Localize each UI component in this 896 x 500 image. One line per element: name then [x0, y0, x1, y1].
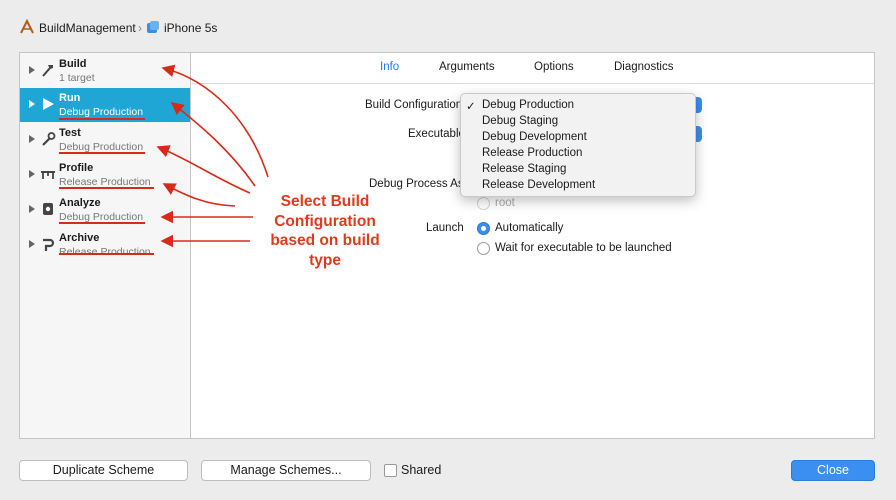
annotation-line: based on build: [270, 232, 380, 249]
menu-item-debug-development[interactable]: Debug Development: [461, 130, 695, 146]
build-configuration-label: Build Configuration: [365, 99, 463, 111]
breadcrumb-device[interactable]: iPhone 5s: [146, 20, 217, 36]
annotation-underline: [59, 152, 145, 154]
simulator-icon: [146, 20, 160, 37]
disclosure-triangle-icon[interactable]: [29, 205, 35, 213]
menu-item-release-production[interactable]: Release Production: [461, 146, 695, 162]
shared-checkbox[interactable]: [384, 464, 397, 477]
disclosure-triangle-icon[interactable]: [29, 100, 35, 108]
disclosure-triangle-icon[interactable]: [29, 135, 35, 143]
root-radio[interactable]: [477, 197, 490, 210]
archive-icon: [40, 236, 56, 252]
sidebar-item-subtitle: Release Production: [59, 246, 151, 258]
scheme-editor-panel: Build 1 target Run Debug Production Test…: [19, 52, 875, 439]
sidebar-item-name: Build: [59, 58, 87, 70]
sidebar-item-build[interactable]: Build 1 target: [20, 54, 190, 88]
menu-item-label: Release Development: [482, 179, 596, 191]
sidebar-item-subtitle: 1 target: [59, 72, 95, 84]
annotation-line: Select Build: [280, 193, 370, 210]
root-label: root: [495, 197, 515, 209]
toolbar: BuildManagement › iPhone 5s: [0, 0, 896, 56]
annotation-underline: [59, 222, 145, 224]
manage-schemes-button[interactable]: Manage Schemes...: [201, 460, 371, 481]
launch-label: Launch: [426, 222, 464, 234]
breadcrumb-device-label: iPhone 5s: [164, 21, 218, 35]
play-icon: [40, 96, 56, 112]
sidebar-item-name: Run: [59, 92, 81, 104]
sidebar-item-name: Profile: [59, 162, 94, 174]
debug-process-label: Debug Process As: [369, 178, 464, 190]
sidebar-item-name: Archive: [59, 232, 100, 244]
annotation-text: Select Build Configuration based on buil…: [257, 192, 393, 270]
annotation-underline: [59, 253, 154, 255]
sidebar-item-name: Analyze: [59, 197, 101, 209]
launch-automatically-radio[interactable]: [477, 222, 490, 235]
disclosure-triangle-icon[interactable]: [29, 66, 35, 74]
shared-label: Shared: [401, 463, 442, 477]
annotation-underline: [59, 187, 154, 189]
menu-item-debug-production[interactable]: ✓ Debug Production: [461, 98, 695, 114]
checkmark-icon: ✓: [466, 101, 476, 113]
launch-wait-radio[interactable]: [477, 242, 490, 255]
breadcrumb-project[interactable]: BuildManagement: [19, 18, 136, 38]
menu-item-release-staging[interactable]: Release Staging: [461, 162, 695, 178]
analyze-icon: [40, 201, 56, 217]
menu-item-label: Debug Staging: [482, 115, 559, 127]
menu-item-release-development[interactable]: Release Development: [461, 178, 695, 194]
tab-arguments[interactable]: Arguments: [439, 61, 495, 73]
instruments-icon: [40, 166, 56, 182]
launch-automatically-label: Automatically: [495, 222, 564, 234]
tab-diagnostics[interactable]: Diagnostics: [614, 61, 673, 73]
scheme-sidebar: Build 1 target Run Debug Production Test…: [20, 53, 191, 438]
disclosure-triangle-icon[interactable]: [29, 170, 35, 178]
build-configuration-menu: ✓ Debug Production Debug Staging Debug D…: [460, 93, 696, 197]
sidebar-item-name: Test: [59, 127, 81, 139]
sidebar-item-subtitle: Debug Production: [59, 106, 144, 118]
breadcrumb-separator: ›: [138, 21, 142, 35]
sidebar-item-run[interactable]: Run Debug Production: [20, 88, 190, 122]
annotation-line: type: [309, 251, 341, 269]
breadcrumb-project-label: BuildManagement: [39, 21, 136, 35]
executable-label: Executable: [408, 128, 465, 140]
menu-item-label: Debug Development: [482, 131, 587, 143]
wrench-icon: [40, 131, 56, 147]
sidebar-item-archive[interactable]: Archive Release Production: [20, 228, 190, 262]
tab-options[interactable]: Options: [534, 61, 574, 73]
duplicate-scheme-button[interactable]: Duplicate Scheme: [19, 460, 188, 481]
menu-item-label: Debug Production: [482, 99, 575, 111]
launch-wait-label: Wait for executable to be launched: [495, 242, 672, 254]
annotation-line: Configuration: [274, 212, 376, 230]
menu-item-debug-staging[interactable]: Debug Staging: [461, 114, 695, 130]
hammer-icon: [40, 62, 56, 78]
annotation-underline: [59, 118, 145, 120]
menu-item-label: Release Staging: [482, 163, 567, 175]
disclosure-triangle-icon[interactable]: [29, 240, 35, 248]
menu-item-label: Release Production: [482, 147, 583, 159]
tab-info[interactable]: Info: [380, 61, 399, 73]
xcode-project-icon: [19, 18, 35, 38]
scheme-tabs: Info Arguments Options Diagnostics: [190, 53, 874, 84]
close-button[interactable]: Close: [791, 460, 875, 481]
